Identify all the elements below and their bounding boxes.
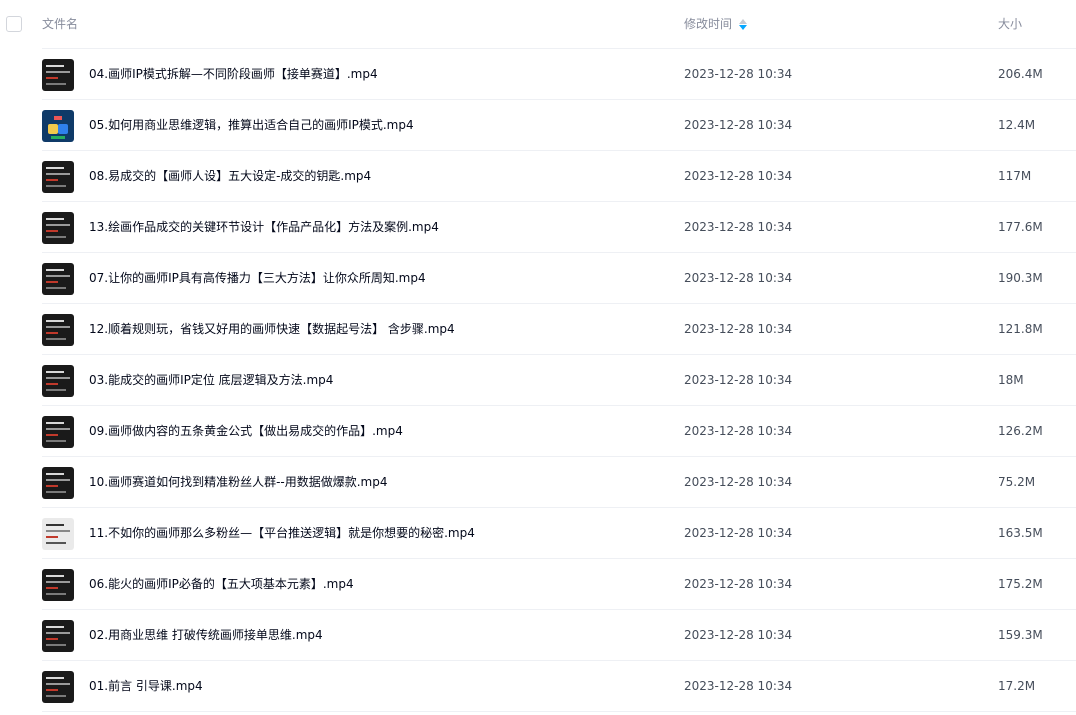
file-modified-time: 2023-12-28 10:34 <box>684 424 793 438</box>
file-row[interactable]: 11.不如你的画师那么多粉丝—【平台推送逻辑】就是你想要的秘密.mp4 2023-… <box>0 508 1076 559</box>
file-modified-time: 2023-12-28 10:34 <box>684 169 793 183</box>
video-thumbnail[interactable] <box>42 212 74 244</box>
file-row[interactable]: 05.如何用商业思维逻辑，推算出适合自己的画师IP模式.mp4 2023-12-2… <box>0 100 1076 151</box>
file-size: 117M <box>998 169 1032 183</box>
video-thumbnail[interactable] <box>42 416 74 448</box>
column-header-name[interactable]: 文件名 <box>42 0 78 49</box>
file-row[interactable]: 09.画师做内容的五条黄金公式【做出易成交的作品】.mp4 2023-12-28 … <box>0 406 1076 457</box>
file-list-header: 文件名 修改时间 大小 <box>0 0 1076 49</box>
file-name[interactable]: 02.用商业思维 打破传统画师接单思维.mp4 <box>89 610 323 661</box>
file-size: 206.4M <box>998 67 1043 81</box>
column-header-size[interactable]: 大小 <box>998 0 1022 49</box>
file-modified-time: 2023-12-28 10:34 <box>684 526 793 540</box>
file-modified-time: 2023-12-28 10:34 <box>684 220 793 234</box>
file-row[interactable]: 10.画师赛道如何找到精准粉丝人群--用数据做爆款.mp4 2023-12-28 … <box>0 457 1076 508</box>
file-row[interactable]: 12.顺着规则玩，省钱又好用的画师快速【数据起号法】 含步骤.mp4 2023-1… <box>0 304 1076 355</box>
file-modified-time: 2023-12-28 10:34 <box>684 628 793 642</box>
file-row[interactable]: 04.画师IP模式拆解—不同阶段画师【接单赛道】.mp4 2023-12-28 1… <box>0 49 1076 100</box>
file-modified-time: 2023-12-28 10:34 <box>684 271 793 285</box>
select-all-checkbox[interactable] <box>6 16 22 32</box>
column-header-modified-time-label: 修改时间 <box>684 17 733 31</box>
video-thumbnail[interactable] <box>42 365 74 397</box>
file-name[interactable]: 03.能成交的画师IP定位 底层逻辑及方法.mp4 <box>89 355 333 406</box>
file-size: 12.4M <box>998 118 1036 132</box>
video-thumbnail[interactable] <box>42 467 74 499</box>
file-modified-time: 2023-12-28 10:34 <box>684 577 793 591</box>
sort-desc-icon[interactable] <box>739 18 748 31</box>
file-row[interactable]: 13.绘画作品成交的关键环节设计【作品产品化】方法及案例.mp4 2023-12-… <box>0 202 1076 253</box>
video-thumbnail[interactable] <box>42 569 74 601</box>
file-row[interactable]: 03.能成交的画师IP定位 底层逻辑及方法.mp4 2023-12-28 10:3… <box>0 355 1076 406</box>
file-modified-time: 2023-12-28 10:34 <box>684 475 793 489</box>
file-size: 18M <box>998 373 1024 387</box>
file-size: 75.2M <box>998 475 1036 489</box>
file-size: 177.6M <box>998 220 1043 234</box>
file-name[interactable]: 13.绘画作品成交的关键环节设计【作品产品化】方法及案例.mp4 <box>89 202 439 253</box>
file-size: 163.5M <box>998 526 1043 540</box>
file-size: 175.2M <box>998 577 1043 591</box>
video-thumbnail[interactable] <box>42 263 74 295</box>
file-name[interactable]: 07.让你的画师IP具有高传播力【三大方法】让你众所周知.mp4 <box>89 253 426 304</box>
file-modified-time: 2023-12-28 10:34 <box>684 679 793 693</box>
video-thumbnail[interactable] <box>42 161 74 193</box>
file-size: 126.2M <box>998 424 1043 438</box>
video-thumbnail[interactable] <box>42 59 74 91</box>
file-row[interactable]: 08.易成交的【画师人设】五大设定-成交的钥匙.mp4 2023-12-28 10… <box>0 151 1076 202</box>
file-name[interactable]: 04.画师IP模式拆解—不同阶段画师【接单赛道】.mp4 <box>89 49 378 100</box>
file-size: 159.3M <box>998 628 1043 642</box>
file-size: 17.2M <box>998 679 1036 693</box>
column-header-modified-time[interactable]: 修改时间 <box>684 0 748 49</box>
file-name[interactable]: 08.易成交的【画师人设】五大设定-成交的钥匙.mp4 <box>89 151 371 202</box>
file-row[interactable]: 07.让你的画师IP具有高传播力【三大方法】让你众所周知.mp4 2023-12-… <box>0 253 1076 304</box>
file-row[interactable]: 02.用商业思维 打破传统画师接单思维.mp4 2023-12-28 10:34 1… <box>0 610 1076 661</box>
file-modified-time: 2023-12-28 10:34 <box>684 322 793 336</box>
file-modified-time: 2023-12-28 10:34 <box>684 67 793 81</box>
file-rows: 04.画师IP模式拆解—不同阶段画师【接单赛道】.mp4 2023-12-28 1… <box>0 49 1076 712</box>
video-thumbnail[interactable] <box>42 518 74 550</box>
file-size: 121.8M <box>998 322 1043 336</box>
file-modified-time: 2023-12-28 10:34 <box>684 373 793 387</box>
file-list: 文件名 修改时间 大小 04.画师IP模式拆解—不同阶段画师【接单赛道】.mp4… <box>0 0 1076 715</box>
file-name[interactable]: 11.不如你的画师那么多粉丝—【平台推送逻辑】就是你想要的秘密.mp4 <box>89 508 475 559</box>
file-name[interactable]: 01.前言 引导课.mp4 <box>89 661 203 712</box>
file-size: 190.3M <box>998 271 1043 285</box>
file-name[interactable]: 06.能火的画师IP必备的【五大项基本元素】.mp4 <box>89 559 354 610</box>
file-name[interactable]: 10.画师赛道如何找到精准粉丝人群--用数据做爆款.mp4 <box>89 457 388 508</box>
file-row[interactable]: 06.能火的画师IP必备的【五大项基本元素】.mp4 2023-12-28 10:… <box>0 559 1076 610</box>
file-name[interactable]: 12.顺着规则玩，省钱又好用的画师快速【数据起号法】 含步骤.mp4 <box>89 304 455 355</box>
video-thumbnail[interactable] <box>42 110 74 142</box>
file-modified-time: 2023-12-28 10:34 <box>684 118 793 132</box>
file-row[interactable]: 01.前言 引导课.mp4 2023-12-28 10:34 17.2M <box>0 661 1076 712</box>
video-thumbnail[interactable] <box>42 314 74 346</box>
file-name[interactable]: 09.画师做内容的五条黄金公式【做出易成交的作品】.mp4 <box>89 406 403 457</box>
video-thumbnail[interactable] <box>42 620 74 652</box>
file-name[interactable]: 05.如何用商业思维逻辑，推算出适合自己的画师IP模式.mp4 <box>89 100 414 151</box>
video-thumbnail[interactable] <box>42 671 74 703</box>
